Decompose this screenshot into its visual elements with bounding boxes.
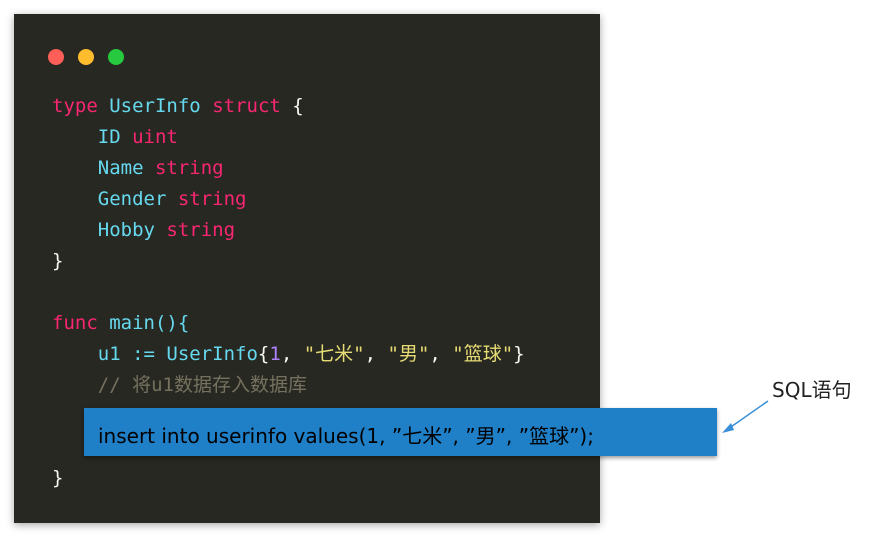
assign-string: "篮球" (452, 343, 514, 365)
field-type: uint (132, 126, 178, 148)
sql-statement-text: insert into userinfo values(1, ”七米”, ”男”… (98, 424, 594, 448)
struct-name: UserInfo (109, 95, 201, 117)
code-line-type-decl: type UserInfo struct { (52, 94, 304, 118)
assign-close: } (513, 343, 525, 365)
close-brace: } (52, 467, 64, 489)
field-type: string (177, 188, 247, 210)
open-brace: { (292, 95, 304, 117)
field-name: Hobby (97, 219, 155, 241)
field-type: string (166, 219, 236, 241)
code-comment: // 将u1数据存入数据库 (97, 374, 307, 396)
sql-statement-box: insert into userinfo values(1, ”七米”, ”男”… (84, 408, 717, 456)
code-line-close-func: } (52, 466, 63, 490)
sql-callout-label: SQL语句 (772, 378, 852, 402)
code-line-func-main: func main(){ (52, 311, 189, 335)
code-line-field-gender: Gender string (52, 187, 247, 211)
assign-sep: , (429, 343, 453, 365)
field-name: Name (97, 157, 144, 179)
assign-lhs: u1 := (97, 343, 167, 365)
assign-number: 1 (269, 343, 281, 365)
assign-string: "男" (387, 343, 430, 365)
code-line-close-struct: } (52, 249, 63, 273)
assign-open: { (257, 343, 270, 365)
window-minimize-dot (78, 49, 94, 65)
window-maximize-dot (108, 49, 124, 65)
code-line-field-id: ID uint (52, 125, 178, 149)
assign-sep: , (280, 343, 304, 365)
keyword-func: func (52, 312, 98, 334)
assign-type: UserInfo (166, 343, 258, 365)
func-name: main(){ (109, 312, 190, 334)
field-type: string (154, 157, 224, 179)
keyword-struct: struct (212, 95, 281, 117)
code-line-comment: // 将u1数据存入数据库 (52, 373, 307, 397)
assign-sep: , (364, 343, 388, 365)
close-brace: } (52, 250, 64, 272)
code-line-field-name: Name string (52, 156, 224, 180)
code-line-field-hobby: Hobby string (52, 218, 235, 242)
keyword-type: type (52, 95, 98, 117)
window-close-dot (48, 49, 64, 65)
field-name: Gender (97, 188, 167, 210)
code-line-assign: u1 := UserInfo{1, "七米", "男", "篮球"} (52, 342, 525, 366)
field-name: ID (97, 126, 121, 148)
assign-string: "七米" (303, 343, 365, 365)
